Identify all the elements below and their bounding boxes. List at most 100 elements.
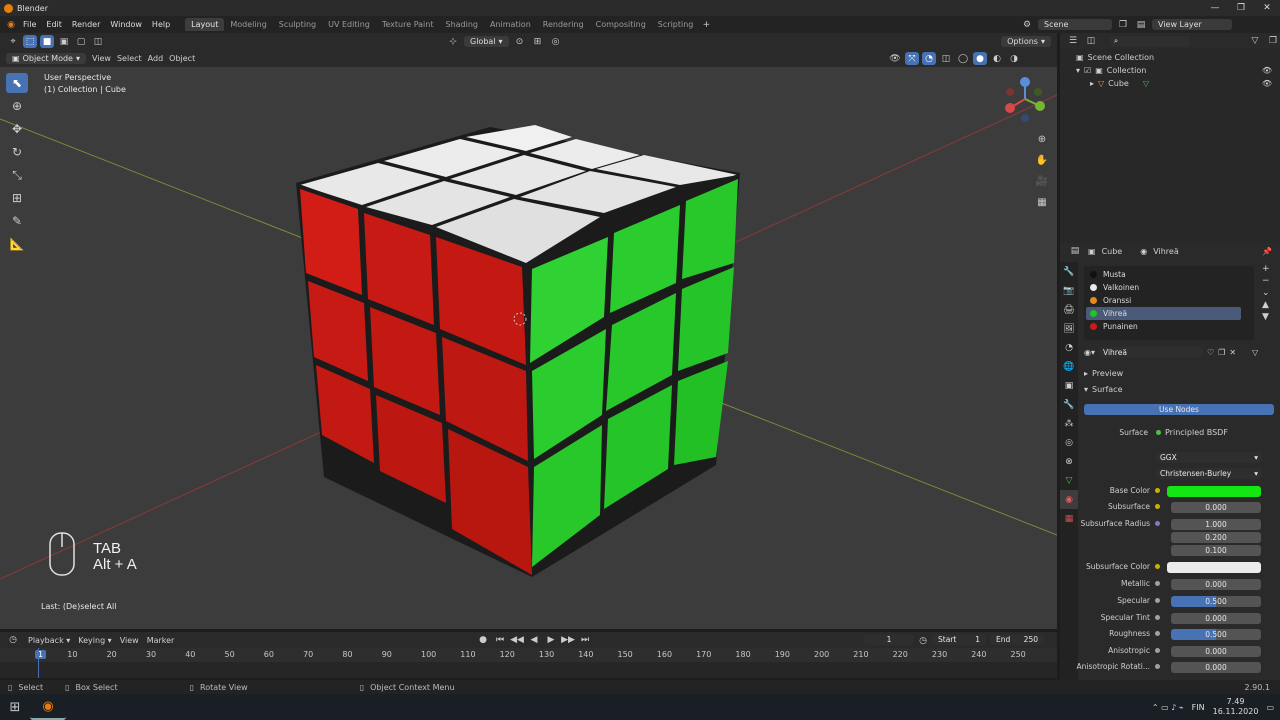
tray-icons[interactable]: ⌃ ▭ ♪ ⌁ [1152,703,1184,712]
object-tab-icon[interactable]: ▣ [1060,376,1078,395]
camera-icon[interactable]: 🎥 [1034,172,1050,190]
properties-editor-icon[interactable]: ▤ [1068,245,1082,258]
new-scene-icon[interactable]: ❐ [1116,18,1130,31]
record-icon[interactable]: ● [476,634,490,647]
tab-scripting[interactable]: Scripting [652,18,700,31]
surface-shader-selector[interactable]: Principled BSDF [1156,428,1228,437]
scene-selector[interactable]: Scene [1038,19,1112,30]
notification-icon[interactable]: ▭ [1266,703,1274,712]
physics-tab-icon[interactable]: ◎ [1060,433,1078,452]
preview-range-icon[interactable]: ◷ [916,634,930,647]
outliner-search[interactable]: ⌕ [1110,35,1190,47]
last-operator-panel[interactable]: Last: (De)select All [41,602,116,611]
roughness-field[interactable]: 0.500 [1171,629,1261,640]
modifier-tab-icon[interactable]: 🔧 [1060,395,1078,414]
visibility-eye-icon[interactable]: 👁 [1262,79,1272,88]
use-nodes-button[interactable]: Use Nodes [1084,404,1274,415]
view-layer-icon[interactable]: ▤ [1134,18,1148,31]
tab-shading[interactable]: Shading [439,18,484,31]
zoom-icon[interactable]: ⊕ [1034,130,1050,148]
mode-subtract-icon[interactable]: ▢ [74,35,88,48]
tab-compositing[interactable]: Compositing [590,18,652,31]
windows-start-icon[interactable]: ⊞ [0,694,30,720]
blender-taskbar-icon[interactable]: ◉ [30,694,66,720]
mode-intersect-icon[interactable]: ◫ [91,35,105,48]
next-key-icon[interactable]: ▶▶ [561,634,575,647]
timeline-editor-icon[interactable]: ◷ [6,634,20,647]
material-shading-icon[interactable]: ◐ [990,52,1004,65]
solid-shading-icon[interactable]: ● [973,52,987,65]
distribution-dropdown[interactable]: GGX ▾ [1156,452,1262,463]
particles-tab-icon[interactable]: ⁂ [1060,414,1078,433]
outliner-collection[interactable]: ▾ ☑ ▣ Collection [1076,66,1146,75]
options-dropdown[interactable]: Options ▾ [1001,36,1051,47]
constraints-tab-icon[interactable]: ⊗ [1060,452,1078,471]
proportional-icon[interactable]: ◎ [549,35,563,48]
new-collection-icon[interactable]: ❐ [1266,35,1280,48]
base-color-swatch[interactable] [1167,486,1261,497]
viewport-menu-add[interactable]: Add [148,54,164,63]
minimize-button[interactable]: — [1202,0,1228,16]
timeline-menu-view[interactable]: View [120,636,139,645]
menu-edit[interactable]: Edit [41,20,67,29]
gizmo-icon[interactable]: ⤧ [905,52,919,65]
preview-panel-header[interactable]: ▸ Preview [1084,369,1123,378]
tab-rendering[interactable]: Rendering [537,18,590,31]
outliner-cube[interactable]: ▸ ▽ Cube ▽ [1090,79,1149,88]
move-down-icon[interactable]: ▼ [1262,312,1270,322]
scale-tool-icon[interactable]: ⤡ [6,165,28,185]
specular-field[interactable]: 0.500 [1171,596,1261,607]
select-tool-icon[interactable]: ⬉ [6,73,28,93]
viewport-menu-view[interactable]: View [92,54,111,63]
remove-slot-icon[interactable]: − [1262,276,1270,286]
move-tool-icon[interactable]: ✥ [6,119,28,139]
menu-render[interactable]: Render [67,20,105,29]
annotate-tool-icon[interactable]: ✎ [6,211,28,231]
playhead[interactable] [38,648,39,678]
cursor-tool-icon[interactable]: ⊕ [6,96,28,116]
tab-sculpting[interactable]: Sculpting [273,18,322,31]
play-reverse-icon[interactable]: ◀ [527,634,541,647]
grid-icon[interactable]: ▦ [1034,193,1050,211]
visibility-icon[interactable]: 👁 [888,52,902,65]
material-slot-oranssi[interactable]: Oranssi [1086,294,1241,307]
pan-hand-icon[interactable]: ✋ [1034,151,1050,169]
material-slot-musta[interactable]: Musta [1086,268,1241,281]
unlink-icon[interactable]: ✕ [1229,348,1236,357]
add-slot-icon[interactable]: + [1262,264,1270,274]
link-icon[interactable]: ▽ [1252,348,1258,357]
tool-tab-icon[interactable]: 🔧 [1060,262,1078,281]
editor-type-icon[interactable]: ⌖ [6,35,20,48]
start-frame-field[interactable]: Start 1 [932,634,986,645]
navigation-gizmo[interactable] [1000,74,1050,124]
slot-menu-icon[interactable]: ⌄ [1262,288,1270,298]
pin-icon[interactable]: 📌 [1262,247,1272,256]
viewport-menu-select[interactable]: Select [117,54,142,63]
mode-new-icon[interactable]: ■ [40,35,54,48]
timeline-menu-playback[interactable]: Playback ▾ [28,636,70,645]
fake-user-icon[interactable]: ♡ [1207,348,1214,357]
clock[interactable]: 7.49 16.11.2020 [1213,697,1259,717]
material-slot-valkoinen[interactable]: Valkoinen [1086,281,1241,294]
material-name-field[interactable]: Vihreä [1099,347,1203,358]
output-tab-icon[interactable]: 🖨 [1060,300,1078,319]
end-frame-field[interactable]: End 250 [990,634,1044,645]
anisotropic-field[interactable]: 0.000 [1171,646,1261,657]
transform-tool-icon[interactable]: ⊞ [6,188,28,208]
language-indicator[interactable]: FIN [1192,703,1205,712]
outliner-editor-icon[interactable]: ☰ [1066,35,1080,48]
duplicate-icon[interactable]: ❐ [1218,348,1225,357]
measure-tool-icon[interactable]: 📐 [6,234,28,254]
display-mode-icon[interactable]: ◫ [1084,35,1098,48]
overlay-icon[interactable]: ◔ [922,52,936,65]
checkbox-icon[interactable]: ☑ [1084,66,1091,75]
transform-orientation-dropdown[interactable]: Global ▾ [464,36,509,47]
mode-dropdown[interactable]: ▣ Object Mode ▾ [6,53,86,64]
subsurface-radius-y[interactable]: 0.200 [1171,532,1261,543]
timeline-menu-marker[interactable]: Marker [147,636,175,645]
world-tab-icon[interactable]: 🌐 [1060,357,1078,376]
material-slot-punainen[interactable]: Punainen [1086,320,1241,333]
surface-panel-header[interactable]: ▾ Surface [1084,385,1123,394]
view-layer-selector[interactable]: View Layer [1152,19,1232,30]
rendered-shading-icon[interactable]: ◑ [1007,52,1021,65]
